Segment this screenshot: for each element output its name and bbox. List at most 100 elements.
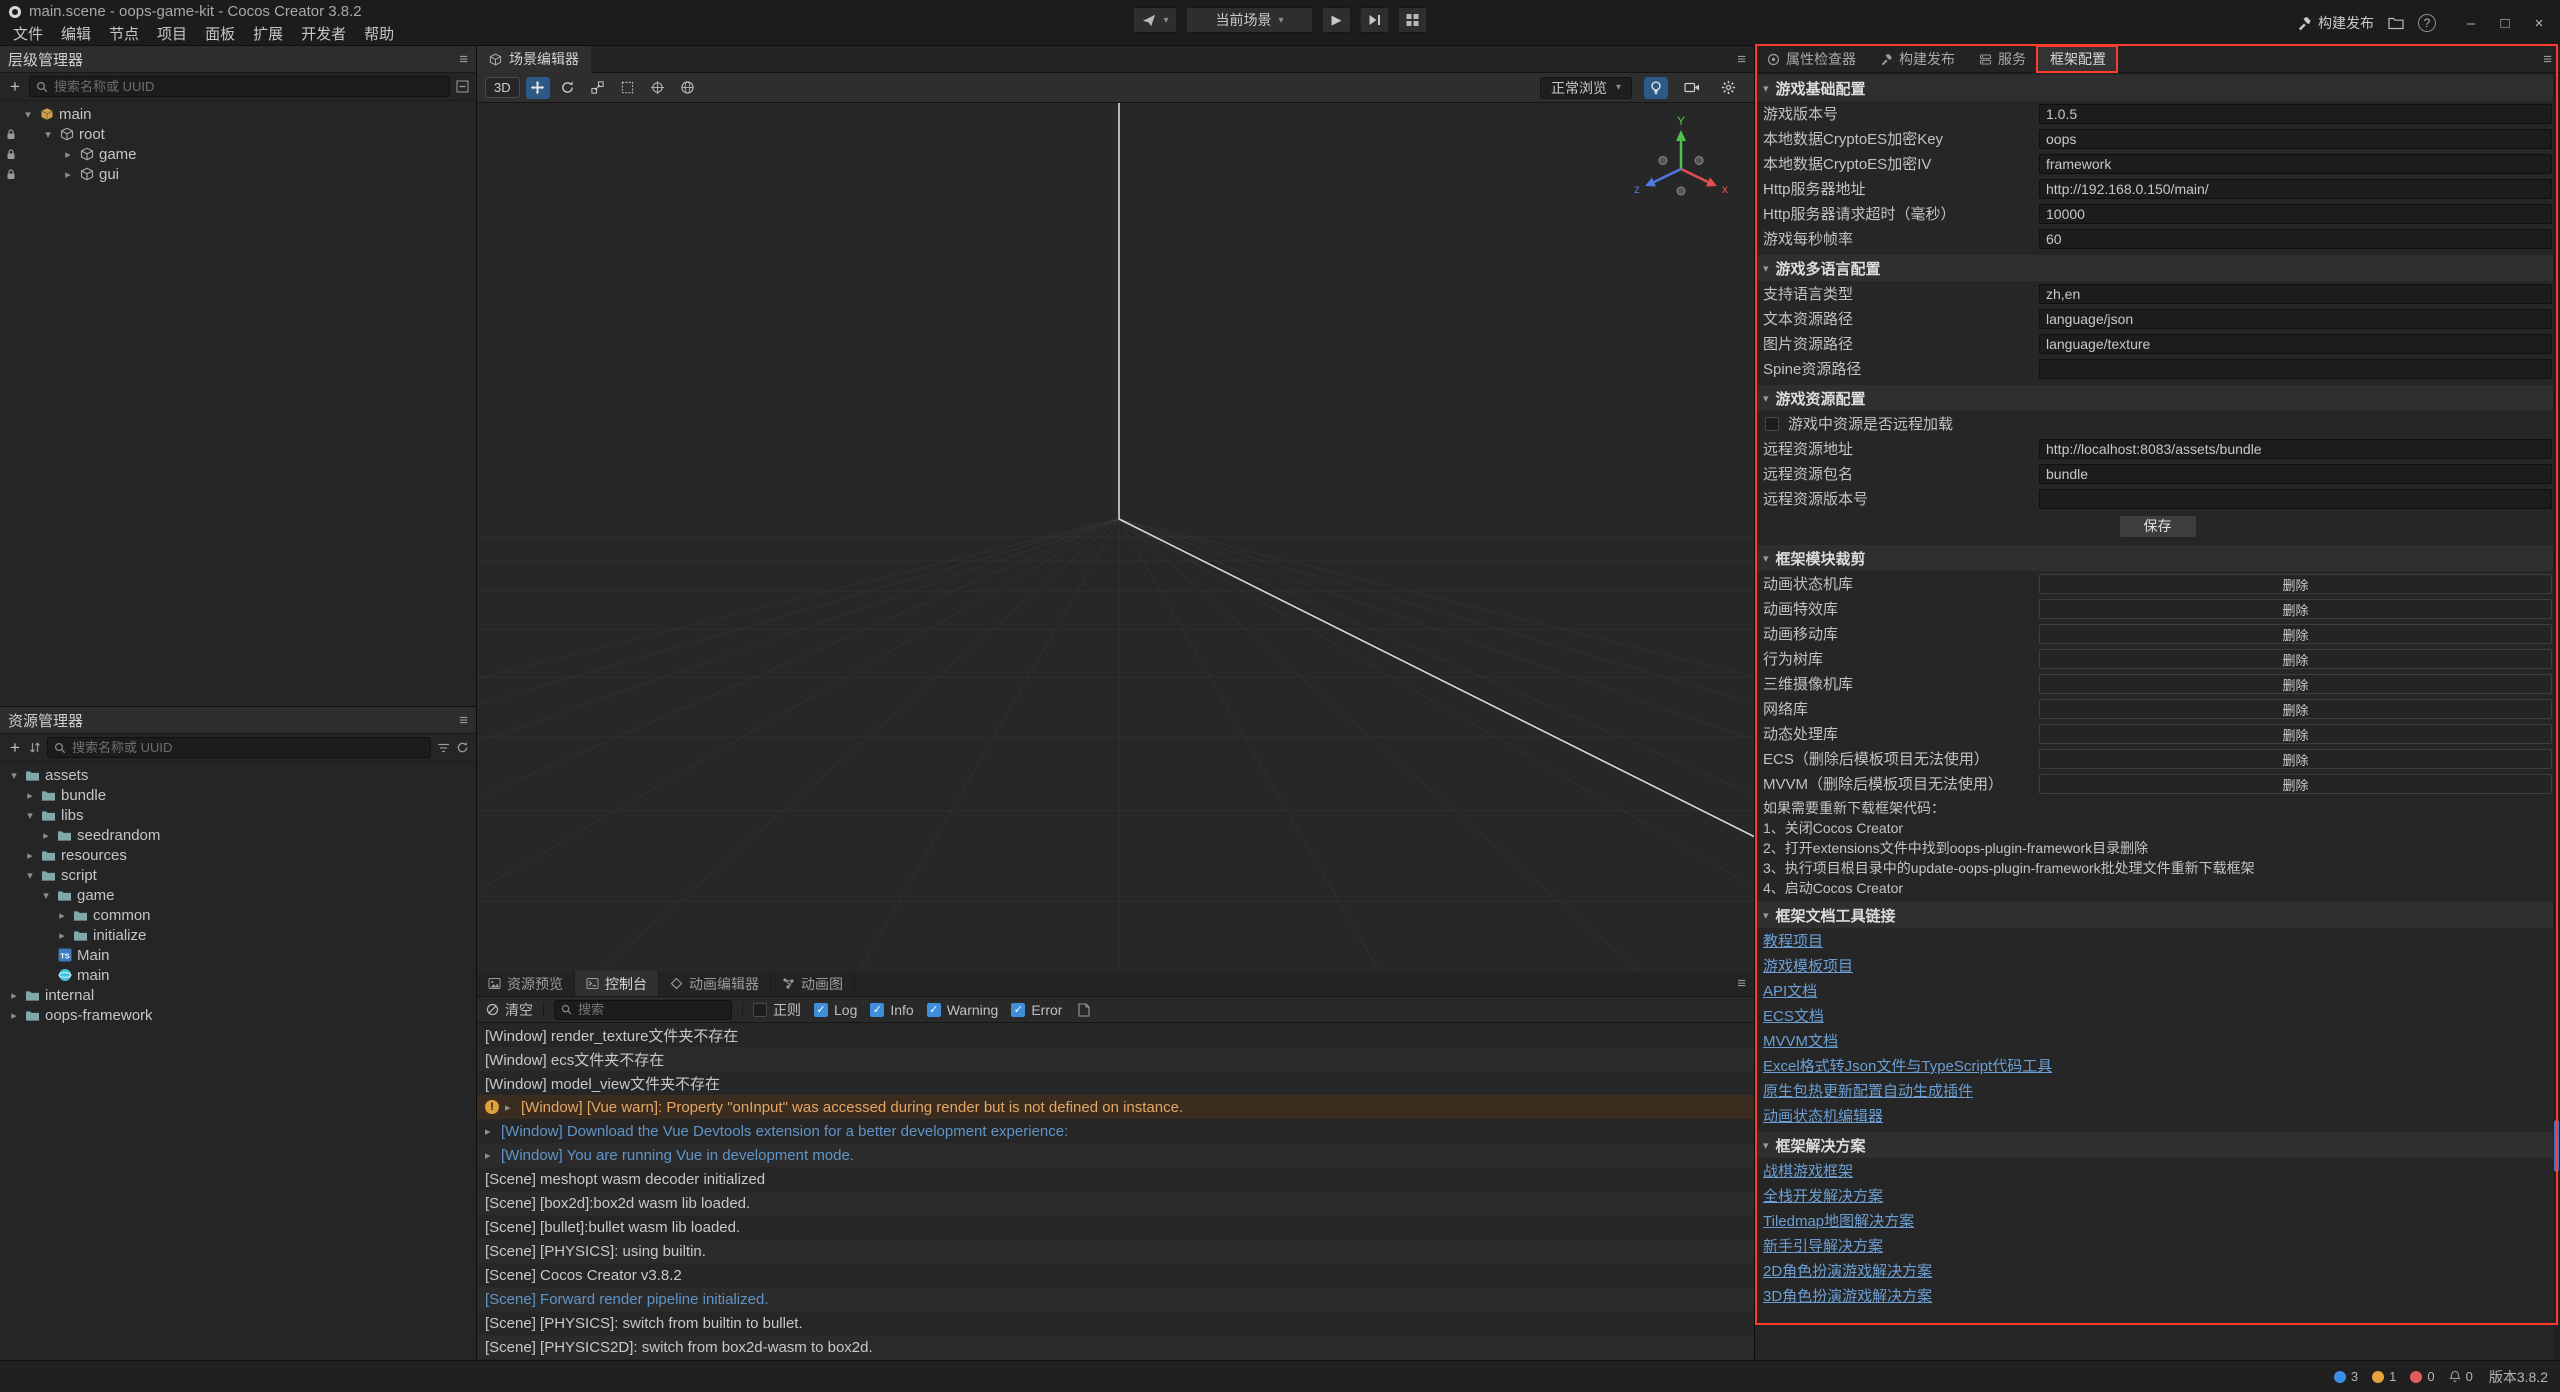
delete-button[interactable]: 删除 <box>2039 674 2552 694</box>
solution-link[interactable]: Tiledmap地图解决方案 <box>1763 1210 1914 1231</box>
console-log-row[interactable]: [Window] render_texture文件夹不存在 <box>477 1023 1754 1047</box>
lock-icon[interactable] <box>5 168 17 180</box>
hierarchy-node-gui[interactable]: ▸gui <box>0 164 476 184</box>
pivot-tool-button[interactable] <box>646 77 670 99</box>
console-log-row[interactable]: [Scene] [PHYSICS]: switch from builtin t… <box>477 1311 1754 1335</box>
console-log-row[interactable]: ▸[Window] You are running Vue in develop… <box>477 1143 1754 1167</box>
asset-node-resources[interactable]: ▸resources <box>0 845 476 865</box>
delete-button[interactable]: 删除 <box>2039 649 2552 669</box>
folder-shortcut-icon[interactable] <box>2388 16 2404 30</box>
panel-menu-icon[interactable]: ≡ <box>459 712 468 729</box>
console-log-row[interactable]: [Scene] [bullet]:bullet wasm lib loaded. <box>477 1215 1754 1239</box>
scene-viewport[interactable]: Y x z <box>477 103 1754 971</box>
hierarchy-node-game[interactable]: ▸game <box>0 144 476 164</box>
inspector-tab-构建发布[interactable]: 构建发布 <box>1868 46 1967 72</box>
console-log-row[interactable]: [Scene] [PHYSICS]: using builtin. <box>477 1239 1754 1263</box>
orientation-gizmo[interactable]: Y x z <box>1626 111 1736 221</box>
clear-console-button[interactable]: 清空 <box>486 1000 533 1020</box>
expand-arrow-icon[interactable]: ▸ <box>62 168 74 181</box>
section-header[interactable]: ▾ 框架解决方案 <box>1755 1132 2560 1158</box>
lock-icon[interactable] <box>5 128 17 140</box>
asset-node-Main[interactable]: TSMain <box>0 945 476 965</box>
console-log-row[interactable]: [Scene] [box2d]:box2d wasm lib loaded. <box>477 1191 1754 1215</box>
console-log-row[interactable]: [Window] ecs文件夹不存在 <box>477 1047 1754 1071</box>
world-local-toggle-button[interactable] <box>676 77 700 99</box>
log-filter[interactable]: Info <box>870 1002 913 1018</box>
log-filter[interactable]: Log <box>814 1002 857 1018</box>
remote-load-checkbox[interactable] <box>1765 417 1779 431</box>
inspector-tab-属性检查器[interactable]: 属性检查器 <box>1755 46 1868 72</box>
help-icon[interactable]: ? <box>2418 14 2436 32</box>
log-filter[interactable]: Warning <box>927 1002 999 1018</box>
solution-link[interactable]: 2D角色扮演游戏解决方案 <box>1763 1260 1932 1281</box>
expand-arrow-icon[interactable]: ▸ <box>8 1009 20 1022</box>
asset-node-libs[interactable]: ▾libs <box>0 805 476 825</box>
panel-menu-icon[interactable]: ≡ <box>1737 51 1754 68</box>
doc-link[interactable]: Excel格式转Json文件与TypeScript代码工具 <box>1763 1055 2052 1076</box>
expand-arrow-icon[interactable]: ▸ <box>56 929 68 942</box>
scrollbar-thumb[interactable] <box>2554 1120 2559 1172</box>
console-log-row[interactable]: [Scene] [PHYSICS2D]: switch from box2d-w… <box>477 1335 1754 1359</box>
camera-settings-button[interactable] <box>1680 77 1704 99</box>
delete-button[interactable]: 删除 <box>2039 699 2552 719</box>
assets-search[interactable] <box>47 737 431 758</box>
preview-target-button[interactable]: ▾ <box>1132 7 1177 33</box>
checkbox[interactable] <box>1011 1003 1025 1017</box>
close-button[interactable]: × <box>2526 11 2552 35</box>
rotate-tool-button[interactable] <box>556 77 580 99</box>
log-filter[interactable]: Error <box>1011 1002 1062 1018</box>
tab-资源预览[interactable]: 资源预览 <box>477 971 575 996</box>
asset-node-common[interactable]: ▸common <box>0 905 476 925</box>
expand-arrow-icon[interactable]: ▸ <box>40 829 52 842</box>
asset-node-script[interactable]: ▾script <box>0 865 476 885</box>
scene-select[interactable]: 当前场景 ▾ <box>1186 7 1314 33</box>
solution-link[interactable]: 战棋游戏框架 <box>1763 1160 1853 1181</box>
hierarchy-search-input[interactable] <box>54 79 443 94</box>
panel-menu-icon[interactable]: ≡ <box>459 51 468 68</box>
console-log-row[interactable]: [Scene] Forward render pipeline initiali… <box>477 1287 1754 1311</box>
expand-arrow-icon[interactable]: ▸ <box>56 909 68 922</box>
text-input[interactable] <box>2039 439 2552 459</box>
refresh-icon[interactable] <box>456 741 469 754</box>
lock-icon[interactable] <box>5 148 17 160</box>
console-search[interactable] <box>554 1000 732 1020</box>
checkbox[interactable] <box>927 1003 941 1017</box>
asset-node-assets[interactable]: ▾assets <box>0 765 476 785</box>
expand-arrow-icon[interactable]: ▸ <box>24 789 36 802</box>
console-log-row[interactable]: [Scene] meshopt wasm decoder initialized <box>477 1167 1754 1191</box>
doc-link[interactable]: API文档 <box>1763 980 1817 1001</box>
sort-icon[interactable] <box>29 741 41 754</box>
solution-link[interactable]: 全栈开发解决方案 <box>1763 1185 1883 1206</box>
doc-link[interactable]: 教程项目 <box>1763 930 1823 951</box>
collapse-arrow-icon[interactable]: ▾ <box>40 889 52 902</box>
panel-menu-icon[interactable]: ≡ <box>1737 975 1754 992</box>
doc-link[interactable]: 动画状态机编辑器 <box>1763 1105 1883 1126</box>
collapse-all-icon[interactable] <box>456 80 469 93</box>
menu-item[interactable]: 文件 <box>4 23 52 46</box>
collapse-arrow-icon[interactable]: ▾ <box>22 108 34 121</box>
doc-link[interactable]: ECS文档 <box>1763 1005 1824 1026</box>
checkbox[interactable] <box>814 1003 828 1017</box>
asset-node-oops-framework[interactable]: ▸oops-framework <box>0 1005 476 1025</box>
asset-node-main[interactable]: main <box>0 965 476 985</box>
menu-item[interactable]: 面板 <box>196 23 244 46</box>
status-count-info[interactable]: 3 <box>2334 1369 2358 1384</box>
console-search-input[interactable] <box>578 1002 725 1017</box>
doc-link[interactable]: 游戏模板项目 <box>1763 955 1853 976</box>
text-input[interactable] <box>2039 359 2552 379</box>
tab-动画编辑器[interactable]: 动画编辑器 <box>659 971 771 996</box>
delete-button[interactable]: 删除 <box>2039 749 2552 769</box>
filter-icon[interactable] <box>437 742 450 754</box>
menu-item[interactable]: 项目 <box>148 23 196 46</box>
doc-link[interactable]: MVVM文档 <box>1763 1030 1838 1051</box>
assets-search-input[interactable] <box>72 740 424 755</box>
step-button[interactable] <box>1360 7 1390 33</box>
doc-link[interactable]: 原生包热更新配置自动生成插件 <box>1763 1080 1973 1101</box>
add-node-button[interactable]: + <box>7 77 23 97</box>
delete-button[interactable]: 删除 <box>2039 724 2552 744</box>
save-button[interactable]: 保存 <box>2119 515 2197 538</box>
asset-node-game[interactable]: ▾game <box>0 885 476 905</box>
text-input[interactable] <box>2039 489 2552 509</box>
delete-button[interactable]: 删除 <box>2039 624 2552 644</box>
console-log-row[interactable]: !▸[Window] [Vue warn]: Property "onInput… <box>477 1095 1754 1119</box>
